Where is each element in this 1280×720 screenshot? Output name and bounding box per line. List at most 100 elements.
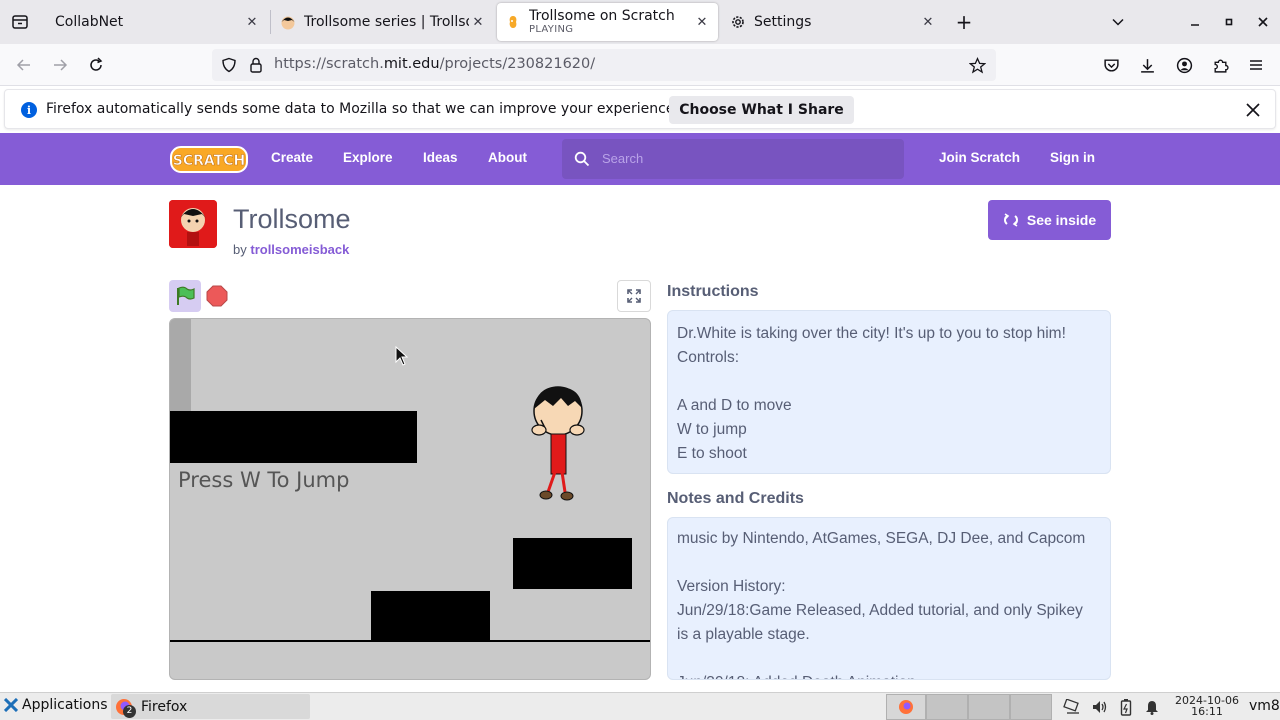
tab-trollsome-scratch[interactable]: Trollsome on Scratch PLAYING ✕ (497, 3, 718, 41)
see-inside-button[interactable]: See inside (988, 200, 1111, 240)
close-icon[interactable]: ✕ (920, 14, 936, 30)
url-text[interactable]: https://scratch.mit.edu/projects/2308216… (274, 56, 595, 72)
extensions-button[interactable] (1208, 53, 1232, 77)
close-icon[interactable]: ✕ (244, 14, 260, 30)
gray-wall (170, 319, 191, 414)
applications-menu[interactable]: Applications (4, 697, 108, 713)
address-bar[interactable]: https://scratch.mit.edu/projects/2308216… (212, 49, 996, 81)
search-icon (574, 151, 590, 167)
sign-in-link[interactable]: Sign in (1050, 150, 1095, 165)
player-character-sprite (531, 386, 585, 501)
by-label: by (233, 242, 247, 257)
clock-time: 16:11 (1191, 705, 1223, 718)
ground-line (170, 640, 650, 642)
scratch-cat-icon (509, 16, 517, 28)
clock[interactable]: 2024-10-06 16:11 (1172, 695, 1242, 717)
url-domain: mit.edu (383, 56, 440, 72)
downloads-button[interactable] (1135, 53, 1159, 77)
choose-what-i-share-button[interactable]: Choose What I Share (669, 96, 854, 124)
tab-trollsome-series[interactable]: Trollsome series | Trollsome ✕ (272, 0, 494, 44)
user-name[interactable]: vm8 (1249, 698, 1280, 714)
tab-separator (270, 10, 271, 34)
window-count-badge: 2 (123, 704, 136, 718)
account-button[interactable] (1172, 53, 1196, 77)
close-icon (1258, 17, 1268, 27)
see-inside-label: See inside (1026, 212, 1097, 228)
puzzle-icon (1213, 59, 1229, 73)
battery-icon (1120, 699, 1132, 716)
remix-arrows-icon (1003, 213, 1018, 227)
shield-icon[interactable] (221, 57, 237, 73)
workspace-2[interactable] (926, 694, 968, 720)
notes-line: is a playable stage. (677, 626, 810, 643)
tab-settings[interactable]: Settings ✕ (722, 0, 944, 44)
nav-ideas-link[interactable]: Ideas (423, 150, 458, 165)
black-platform (513, 538, 632, 589)
tab-list-button[interactable] (8, 10, 32, 34)
minimize-button[interactable] (1185, 12, 1205, 32)
tab-title: Trollsome series | Trollsome (304, 14, 469, 30)
workspace-3[interactable] (968, 694, 1010, 720)
author-link[interactable]: trollsomeisback (250, 242, 349, 257)
author-avatar[interactable] (169, 200, 217, 248)
stop-sign-icon (206, 285, 228, 307)
network-icon (1063, 699, 1079, 714)
stop-button[interactable] (206, 285, 228, 307)
mouse-cursor-icon (395, 346, 409, 366)
scratch-search-input[interactable]: Search (562, 139, 904, 179)
instructions-heading: Instructions (667, 283, 759, 300)
forward-button[interactable] (48, 53, 72, 77)
battery-tray-icon[interactable] (1117, 698, 1135, 716)
notes-line: Jun/30/18: Added Death Animation (677, 671, 1101, 679)
notifications-tray-icon[interactable] (1143, 698, 1161, 716)
volume-tray-icon[interactable] (1091, 698, 1109, 716)
back-button[interactable] (12, 53, 36, 77)
new-tab-button[interactable]: + (954, 10, 974, 34)
instructions-line (677, 370, 1101, 394)
instructions-line: Dr.White is taking over the city! It's u… (677, 325, 1066, 342)
close-icon (1246, 103, 1260, 117)
bookmark-star-icon[interactable] (969, 57, 986, 74)
maximize-button[interactable] (1219, 12, 1239, 32)
workspace-4[interactable] (1010, 694, 1052, 720)
lock-icon[interactable] (249, 57, 263, 73)
minimize-icon (1191, 24, 1199, 26)
close-notification-button[interactable] (1243, 100, 1263, 120)
notes-line (677, 551, 1101, 575)
tab-list-icon (12, 15, 28, 29)
choose-button-label: Choose What I Share (679, 102, 844, 118)
workspace-1[interactable] (886, 694, 926, 720)
troll-face-icon (281, 16, 295, 30)
download-icon (1140, 58, 1154, 73)
instructions-line: W to jump (677, 421, 747, 438)
firefox-task-button[interactable]: 2 Firefox (111, 694, 310, 719)
tab-title: Trollsome on Scratch (529, 9, 675, 24)
close-window-button[interactable] (1253, 12, 1273, 32)
speaker-icon (1093, 701, 1107, 713)
instructions-line: E to shoot (677, 445, 747, 462)
nav-explore-link[interactable]: Explore (343, 150, 393, 165)
project-stage[interactable]: Press W To Jump (169, 318, 651, 680)
gear-icon (732, 16, 744, 28)
hamburger-menu-icon (1250, 60, 1262, 70)
close-icon[interactable]: ✕ (694, 14, 710, 30)
close-icon[interactable]: ✕ (470, 14, 486, 30)
svg-text:SCRATCH: SCRATCH (173, 153, 245, 169)
join-scratch-link[interactable]: Join Scratch (939, 150, 1020, 165)
reload-button[interactable] (84, 53, 108, 77)
app-menu-button[interactable] (1244, 53, 1268, 77)
tab-strip: CollabNet ✕ Trollsome series | Trollsome… (0, 0, 1280, 44)
nav-about-link[interactable]: About (488, 150, 527, 165)
pocket-button[interactable] (1099, 53, 1123, 77)
tab-collabnet[interactable]: CollabNet ✕ (44, 0, 268, 44)
green-flag-button[interactable] (169, 280, 201, 312)
notes-line: music by Nintendo, AtGames, SEGA, DJ Dee… (677, 530, 1086, 547)
list-all-tabs-button[interactable] (1108, 12, 1128, 32)
nav-create-link[interactable]: Create (271, 150, 313, 165)
scratch-logo[interactable]: SCRATCH (170, 145, 248, 174)
pocket-icon (1103, 58, 1119, 72)
network-tray-icon[interactable] (1063, 698, 1081, 716)
xfce-logo-icon (4, 698, 18, 712)
fullscreen-button[interactable] (617, 280, 651, 312)
firefox-mini-icon (899, 700, 913, 714)
